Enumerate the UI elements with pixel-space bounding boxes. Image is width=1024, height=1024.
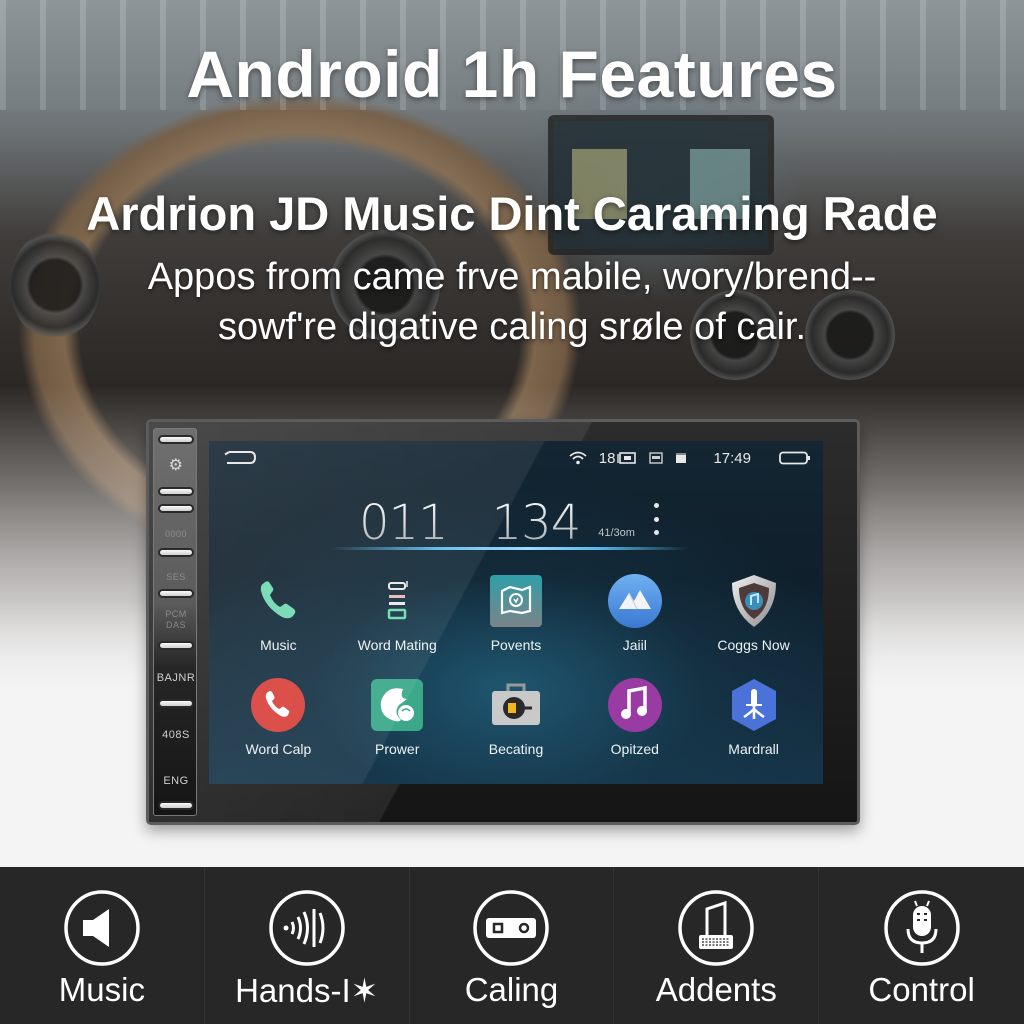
battery-icon — [779, 451, 810, 465]
frame-icon — [489, 575, 542, 627]
feature-label: Hands-I✶ — [235, 972, 379, 1009]
side-button[interactable] — [158, 801, 194, 810]
phone-icon — [261, 581, 296, 619]
page-subtitle: Ardrion JD Music Dint Caraming Rade — [86, 187, 938, 240]
side-label: SES — [166, 572, 186, 582]
app-tile[interactable]: Opitzed — [575, 677, 694, 757]
shield-icon — [731, 575, 776, 627]
feature-bar: Music Hands-I✶ Caling Addents Control — [0, 867, 1024, 1024]
wifi-icon — [569, 451, 587, 465]
side-button[interactable] — [158, 435, 194, 444]
side-button[interactable] — [158, 487, 194, 496]
feature-calling[interactable]: Caling — [410, 867, 615, 1024]
touch-screen: 18 17:49 011 134 41/3om Music Word Matin… — [209, 441, 823, 784]
more-options-icon[interactable] — [651, 503, 661, 535]
image-icon — [649, 452, 664, 464]
signal-text: 18 — [598, 449, 616, 467]
mountain-icon — [607, 574, 662, 628]
phone-circle-icon — [251, 678, 306, 732]
feature-addents[interactable]: Addents — [614, 867, 820, 1024]
side-label: PCM DAS — [165, 609, 187, 630]
status-time: 17:49 — [713, 449, 751, 467]
back-arrow-icon[interactable] — [223, 448, 257, 468]
feature-music[interactable]: Music — [0, 867, 205, 1024]
app-label: Jaiil — [622, 637, 647, 653]
app-label: Music — [260, 637, 297, 653]
clock-date: 41/3om — [598, 527, 635, 539]
side-label: ENG — [163, 775, 189, 787]
page-title: Android 1h Features — [186, 37, 838, 111]
app-tile[interactable]: Music — [219, 573, 338, 653]
side-label: BAJNR — [156, 672, 196, 684]
app-label: Mardrall — [728, 741, 779, 757]
side-button[interactable] — [158, 699, 194, 708]
app-tile[interactable]: Word Mating — [338, 573, 457, 653]
feature-hands-free[interactable]: Hands-I✶ — [205, 867, 410, 1024]
app-label: Opitzed — [610, 741, 659, 757]
app-tile[interactable]: Becating — [457, 677, 576, 757]
app-grid: Music Word Mating Povents Jaiil Coggs No… — [219, 573, 813, 757]
app-label: Word Calp — [245, 741, 312, 757]
app-tile[interactable]: Mardrall — [694, 677, 813, 757]
sim-card-icon — [617, 452, 637, 464]
clock-minutes: 134 — [491, 495, 582, 551]
clock-divider — [329, 547, 689, 550]
feature-control[interactable]: Control — [819, 867, 1024, 1024]
side-button-panel: ⚙ 0000 SES PCM DAS BAJNR 408S ENG — [153, 428, 197, 816]
app-label: Becating — [488, 741, 544, 757]
side-label: 408S — [162, 729, 190, 741]
pie-icon — [371, 679, 424, 731]
feature-label: Addents — [655, 971, 777, 1008]
side-button[interactable] — [158, 641, 194, 650]
app-label: Povents — [490, 637, 542, 653]
side-button[interactable] — [158, 589, 194, 598]
cassette-icon — [473, 890, 550, 966]
status-bar: 18 17:49 — [569, 446, 811, 470]
description-line: sowf're digative caling srøle of cair. — [217, 306, 807, 348]
app-label: Word Mating — [357, 637, 437, 653]
side-button[interactable] — [158, 548, 194, 557]
settings-icon: ⚙ — [168, 457, 184, 474]
clock-widget[interactable]: 011 134 41/3om — [359, 481, 679, 551]
feature-label: Control — [868, 971, 975, 1008]
app-tile[interactable]: Povents — [457, 573, 576, 653]
car-head-unit: ⚙ 0000 SES PCM DAS BAJNR 408S ENG 18 17:… — [146, 419, 860, 825]
app-tile[interactable]: Jaiil — [575, 573, 694, 653]
app-label: Coggs Now — [717, 637, 790, 653]
briefcase-icon — [491, 683, 540, 725]
feature-label: Music — [58, 971, 145, 1008]
stack-icon — [387, 581, 408, 620]
app-tile[interactable]: Word Calp — [219, 677, 338, 757]
music-note-icon — [607, 678, 662, 732]
side-label: 0000 — [164, 529, 188, 539]
side-button[interactable] — [158, 504, 194, 513]
description-line: Appos from came frve mabile, wory/brend-… — [147, 256, 877, 298]
app-label: Prower — [375, 741, 420, 757]
feature-label: Caling — [464, 971, 559, 1008]
hex-icon — [731, 679, 776, 731]
clock-hours: 011 — [359, 495, 449, 551]
speaker-icon — [64, 890, 140, 966]
microphone-icon — [883, 890, 960, 966]
description: Appos from came frve mabile, wory/brend-… — [60, 252, 964, 352]
sd-card-icon — [676, 453, 687, 463]
sound-waves-icon — [268, 890, 345, 966]
keyboard-device-icon — [678, 890, 755, 966]
app-tile[interactable]: Prower — [338, 677, 457, 757]
app-tile[interactable]: Coggs Now — [694, 573, 813, 653]
